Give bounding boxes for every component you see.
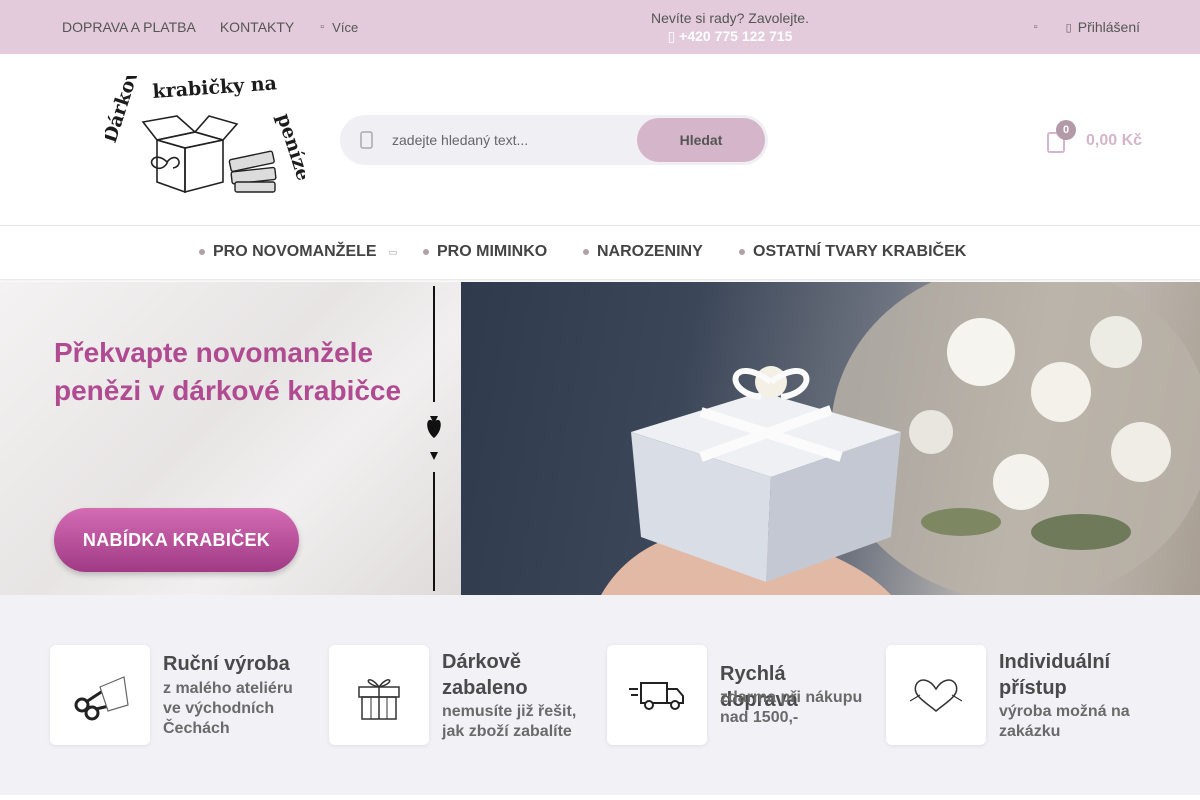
search-bar: Hledat [340,115,768,165]
category-label: PRO NOVOMANŽELE [213,243,377,260]
top-bar: DOPRAVA A PLATBA KONTAKTY ▫ Více Nevíte … [0,0,1200,54]
login-link[interactable]: ▯ Přihlášení [1066,19,1140,35]
phone-link[interactable]: ▯ +420 775 122 715 [600,27,860,45]
category-baby[interactable]: PRO MIMINKO [423,243,547,261]
gift-photo [601,282,1200,595]
category-label: PRO MIMINKO [437,243,548,260]
category-birthday[interactable]: NAROZENINY [583,243,703,261]
more-menu[interactable]: ▫ Více [320,20,358,35]
features-section: Ruční výroba z malého ateliéru ve východ… [0,595,1200,795]
logo[interactable]: Dárkové krabičky na peníze [99,55,315,202]
more-icon: ▫ [320,21,325,33]
feature-individual: Individuální přístup výroba možná na zak… [886,645,1146,745]
feature-desc: z malého ateliéru ve východních Čechách [163,680,293,737]
feature-icon-box [886,645,986,745]
bullet-icon [199,249,205,255]
category-other-shapes[interactable]: OSTATNÍ TVARY KRABIČEK [739,243,966,261]
scissors-icon [74,676,129,721]
feature-icon-box [50,645,150,745]
bullet-icon [583,249,589,255]
category-label: NAROZENINY [597,243,703,260]
feature-gift-wrapped: Dárkově zabaleno nemusíte již řešit, jak… [329,645,589,745]
contact-info: Nevíte si rady? Zavolejte. ▯ +420 775 12… [600,9,860,45]
favorites-icon[interactable]: ▫ [1034,21,1038,33]
feature-desc: zdarma při nákupu nad 1500,- [720,689,863,726]
hearts-divider [427,286,441,591]
search-input[interactable] [392,125,632,155]
top-nav: DOPRAVA A PLATBA KONTAKTY ▫ Více [62,0,358,54]
hero-headline: Překvapte novomanžele penězi v dárkové k… [54,337,402,406]
submenu-icon: ▭ [388,246,398,257]
header: Dárkové krabičky na peníze zadejte hleda… [0,54,1200,226]
search-button[interactable]: Hledat [637,118,765,162]
more-label: Více [332,19,359,35]
search-icon[interactable] [360,131,374,149]
login-label: Přihlášení [1077,19,1140,35]
feature-icon-box [607,645,707,745]
feature-desc: nemusíte již řešit, jak zboží zabalíte [442,703,577,740]
svg-text:krabičky na: krabičky na [152,76,278,103]
svg-text:peníze: peníze [272,111,305,184]
cart-count-badge: 0 [1056,120,1076,140]
phone-number: +420 775 122 715 [679,28,793,44]
cart[interactable]: 0 0,00 Kč [1046,120,1156,156]
feature-title: Individuální přístup [999,651,1111,699]
bullet-icon [739,249,745,255]
hero-banner[interactable]: Překvapte novomanžele penězi v dárkové k… [0,282,1200,595]
bullet-icon [423,249,429,255]
user-icon: ▯ [1065,21,1072,34]
feature-handmade: Ruční výroba z malého ateliéru ve východ… [50,645,310,745]
logo-image: Dárkové krabičky na peníze [99,55,315,194]
truck-icon [629,682,684,710]
category-nav: PRO NOVOMANŽELE ▭ PRO MIMINKO NAROZENINY… [0,226,1200,280]
category-label: OSTATNÍ TVARY KRABIČEK [753,243,967,260]
contact-text: Nevíte si rady? Zavolejte. [651,10,809,26]
cart-total: 0,00 Kč [1086,132,1143,149]
phone-icon: ▯ [667,28,680,44]
svg-text:Dárkové: Dárkové [105,76,147,146]
gift-icon [358,679,400,720]
top-nav-contacts[interactable]: KONTAKTY [220,19,294,35]
category-newlyweds[interactable]: PRO NOVOMANŽELE ▭ [199,243,397,261]
feature-fast-delivery: Rychlá doprava zdarma při nákupu nad 150… [607,645,867,745]
feature-title: Dárkově zabaleno [442,651,528,699]
feature-desc: výroba možná na zakázku [999,703,1130,740]
top-right: ▫ ▯ Přihlášení [1034,0,1140,54]
feature-title: Ruční výroba [163,653,290,675]
feature-icon-box [329,645,429,745]
offer-button[interactable]: NABÍDKA KRABIČEK [54,508,299,572]
heart-hands-icon [909,679,963,712]
top-nav-shipping[interactable]: DOPRAVA A PLATBA [62,19,196,35]
